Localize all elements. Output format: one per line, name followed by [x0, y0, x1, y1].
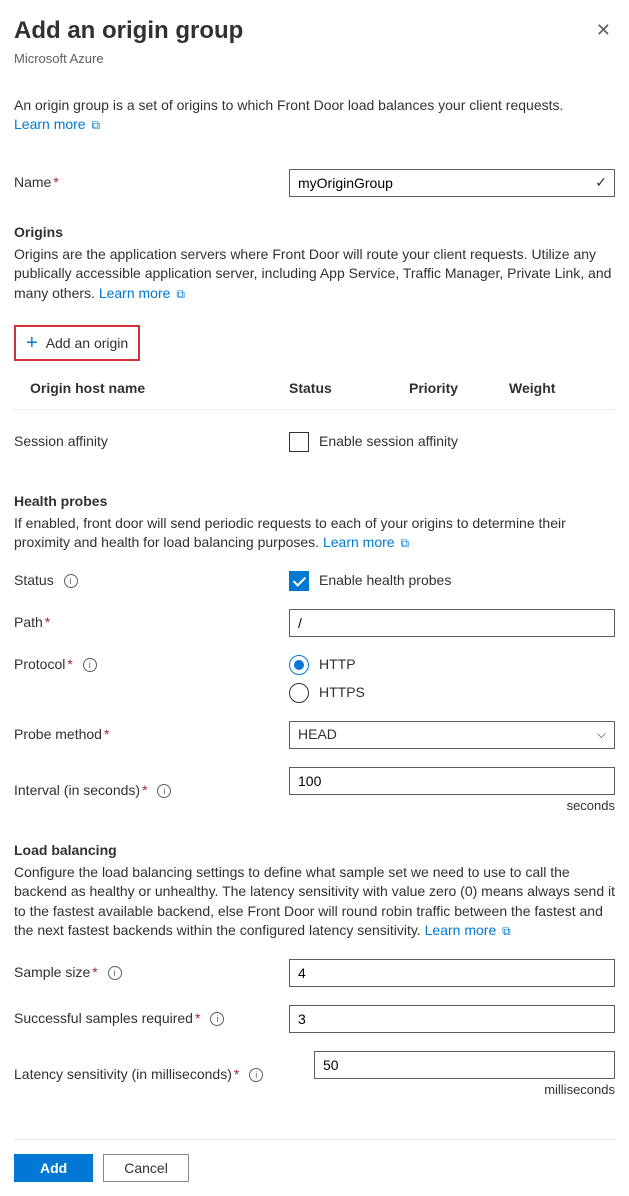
protocol-http-label: HTTP [319, 655, 356, 675]
enable-health-probes-label: Enable health probes [319, 571, 451, 591]
session-affinity-checkbox[interactable] [289, 432, 309, 452]
path-label: Path* [14, 613, 289, 633]
latency-unit: milliseconds [314, 1081, 615, 1099]
intro-learn-more-link[interactable]: Learn more ⧉ [14, 116, 100, 132]
column-host: Origin host name [30, 379, 289, 399]
info-icon[interactable]: i [64, 574, 78, 588]
session-affinity-label: Session affinity [14, 432, 289, 452]
protocol-label: Protocol* i [14, 655, 289, 675]
load-balancing-description: Configure the load balancing settings to… [14, 863, 615, 941]
interval-unit: seconds [289, 797, 615, 815]
column-priority: Priority [409, 379, 509, 399]
info-icon[interactable]: i [83, 658, 97, 672]
health-probes-description: If enabled, front door will send periodi… [14, 514, 615, 553]
plus-icon: + [26, 333, 38, 353]
chevron-down-icon: ⌵ [597, 726, 606, 743]
column-status: Status [289, 379, 409, 399]
sample-size-label: Sample size* i [14, 963, 289, 983]
external-link-icon: ⧉ [502, 923, 511, 940]
close-icon[interactable]: ✕ [592, 14, 615, 47]
latency-label: Latency sensitivity (in milliseconds)* i [14, 1065, 314, 1085]
sample-size-input[interactable] [289, 959, 615, 987]
protocol-https-label: HTTPS [319, 683, 365, 703]
panel-title: Add an origin group [14, 14, 243, 48]
column-weight: Weight [509, 379, 615, 399]
origins-table-header: Origin host name Status Priority Weight [14, 379, 615, 410]
panel-subtitle: Microsoft Azure [14, 50, 243, 68]
enable-health-probes-checkbox[interactable] [289, 571, 309, 591]
interval-label: Interval (in seconds)* i [14, 781, 289, 801]
info-icon[interactable]: i [108, 966, 122, 980]
load-balancing-heading: Load balancing [14, 841, 615, 861]
health-probes-heading: Health probes [14, 492, 615, 512]
successful-samples-label: Successful samples required* i [14, 1009, 289, 1029]
protocol-http-radio[interactable] [289, 655, 309, 675]
load-balancing-learn-more-link[interactable]: Learn more ⧉ [425, 922, 511, 938]
info-icon[interactable]: i [249, 1068, 263, 1082]
successful-samples-input[interactable] [289, 1005, 615, 1033]
name-label: Name* [14, 173, 289, 193]
add-origin-button[interactable]: + Add an origin [14, 325, 140, 361]
name-input[interactable] [289, 169, 615, 197]
session-affinity-checkbox-label: Enable session affinity [319, 432, 458, 452]
info-icon[interactable]: i [157, 784, 171, 798]
origins-heading: Origins [14, 223, 615, 243]
protocol-https-radio[interactable] [289, 683, 309, 703]
health-probes-learn-more-link[interactable]: Learn more ⧉ [323, 534, 409, 550]
path-input[interactable] [289, 609, 615, 637]
interval-input[interactable] [289, 767, 615, 795]
external-link-icon: ⧉ [91, 117, 100, 134]
probe-method-label: Probe method* [14, 725, 289, 745]
info-icon[interactable]: i [210, 1012, 224, 1026]
external-link-icon: ⧉ [176, 286, 185, 303]
add-button[interactable]: Add [14, 1154, 93, 1182]
origins-learn-more-link[interactable]: Learn more ⧉ [99, 285, 185, 301]
cancel-button[interactable]: Cancel [103, 1154, 189, 1182]
status-label: Status i [14, 571, 289, 591]
intro-text: An origin group is a set of origins to w… [14, 97, 563, 113]
external-link-icon: ⧉ [400, 535, 409, 552]
origins-description: Origins are the application servers wher… [14, 245, 615, 304]
probe-method-select[interactable]: HEAD ⌵ [289, 721, 615, 749]
latency-input[interactable] [314, 1051, 615, 1079]
